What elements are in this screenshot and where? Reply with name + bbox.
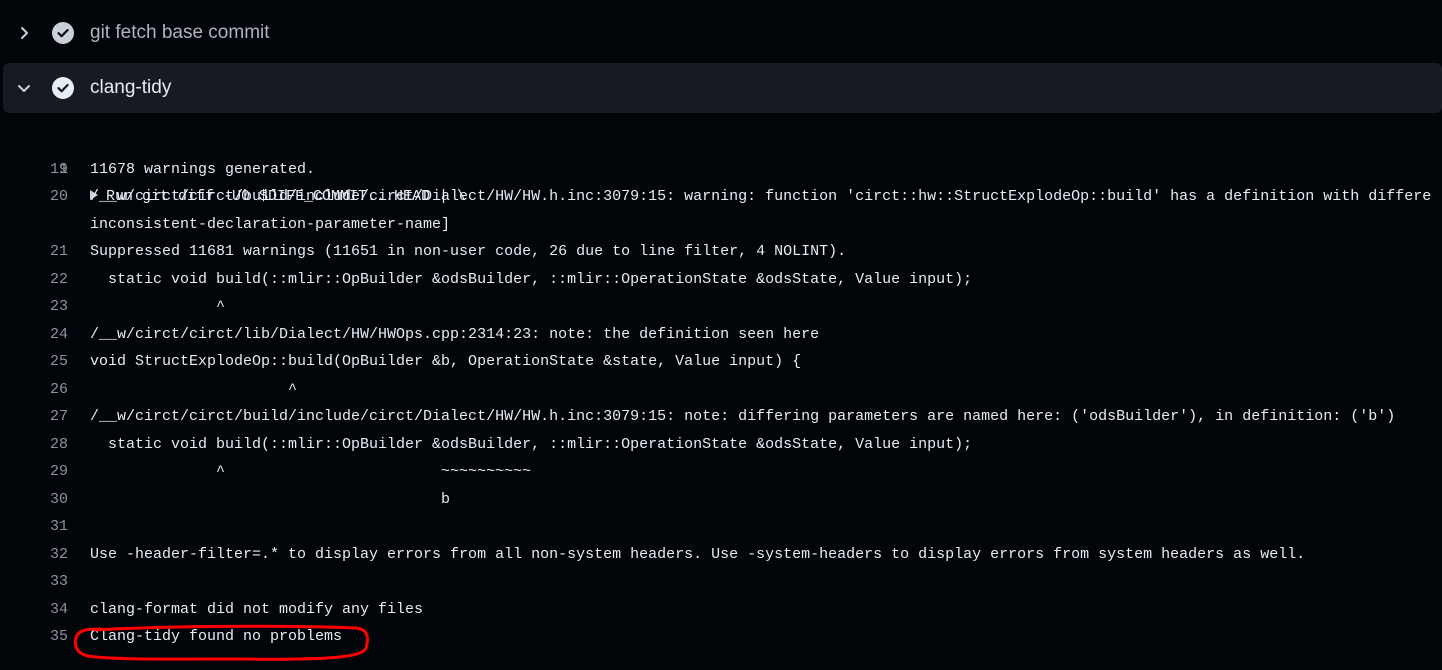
log-line: 21 Suppressed 11681 warnings (11651 in no…	[0, 238, 1442, 266]
log-line: 31	[0, 513, 1442, 541]
log-line: 28 static void build(::mlir::OpBuilder &…	[0, 431, 1442, 459]
log-output: 1 Run git diff -U0 $DIFF_COMMIT...HEAD |…	[0, 128, 1442, 651]
log-text: /__w/circt/circt/build/include/circt/Dia…	[90, 408, 1396, 425]
line-number[interactable]: 29	[0, 458, 68, 486]
line-number[interactable]: 33	[0, 568, 68, 596]
log-text: /__w/circt/circt/build/include/circt/Dia…	[90, 188, 1432, 205]
log-line: 32 Use -header-filter=.* to display error…	[0, 541, 1442, 569]
log-text: b	[90, 490, 451, 508]
log-text: ^	[90, 298, 226, 315]
line-number[interactable]: 32	[0, 541, 68, 569]
log-line: 25 void StructExplodeOp::build(OpBuilder …	[0, 348, 1442, 376]
line-number[interactable]: 25	[0, 348, 68, 376]
log-line: 23 ^	[0, 293, 1442, 321]
log-line: 22 static void build(::mlir::OpBuilder &…	[0, 266, 1442, 294]
line-number[interactable]: 30	[0, 486, 68, 514]
log-text: clang-format did not modify any files	[90, 600, 424, 618]
check-circle-icon	[51, 76, 75, 100]
log-line: 19 11678 warnings generated.	[0, 156, 1442, 184]
line-number[interactable]: 19	[0, 156, 68, 184]
line-number[interactable]: 21	[0, 238, 68, 266]
line-number[interactable]: 24	[0, 321, 68, 349]
log-text-wrapped: inconsistent-declaration-parameter-name]	[90, 215, 451, 233]
log-line: 20 /__w/circt/circt/build/include/circt/D…	[0, 183, 1442, 238]
line-number[interactable]: 34	[0, 596, 68, 624]
line-number[interactable]: 23	[0, 293, 68, 321]
log-lines: 19 11678 warnings generated. 20 /__w/circt/…	[0, 156, 1442, 651]
line-number[interactable]: 28	[0, 431, 68, 459]
log-text: Clang-tidy found no problems	[90, 628, 343, 645]
log-text: /__w/circt/circt/lib/Dialect/HW/HWOps.cp…	[90, 325, 820, 343]
check-circle-icon	[51, 21, 75, 45]
log-line: 33	[0, 568, 1442, 596]
log-group-line[interactable]: 1 Run git diff -U0 $DIFF_COMMIT...HEAD |…	[0, 128, 1442, 206]
log-text: Suppressed 11681 warnings (11651 in non-…	[90, 243, 847, 260]
log-text: ^	[90, 380, 298, 398]
line-number[interactable]: 26	[0, 376, 68, 404]
step-clang-tidy[interactable]: clang-tidy	[3, 63, 1442, 113]
log-line: 29 ^ ~~~~~~~~~~	[0, 458, 1442, 486]
line-number[interactable]: 20	[0, 183, 68, 211]
log-line: 27 /__w/circt/circt/build/include/circt/D…	[0, 403, 1442, 431]
line-number[interactable]: 27	[0, 403, 68, 431]
step-title: git fetch base commit	[90, 22, 270, 43]
log-line: 34 clang-format did not modify any files	[0, 596, 1442, 624]
chevron-right-icon[interactable]	[16, 25, 32, 41]
log-text: 11678 warnings generated.	[90, 160, 316, 178]
step-git-fetch-base-commit[interactable]: git fetch base commit	[0, 6, 1442, 60]
log-text: static void build(::mlir::OpBuilder &ods…	[90, 435, 973, 453]
log-line: 35 Clang-tidy found no problems	[0, 623, 1442, 651]
chevron-down-icon[interactable]	[16, 80, 32, 96]
line-number[interactable]: 31	[0, 513, 68, 541]
step-title: clang-tidy	[90, 77, 172, 98]
log-line: 26 ^	[0, 376, 1442, 404]
log-line: 30 b	[0, 486, 1442, 514]
log-text: ^ ~~~~~~~~~~	[90, 463, 532, 480]
line-number[interactable]: 22	[0, 266, 68, 294]
log-text: void StructExplodeOp::build(OpBuilder &b…	[90, 353, 802, 370]
line-number[interactable]: 35	[0, 623, 68, 651]
log-text: Use -header-filter=.* to display errors …	[90, 545, 1306, 563]
log-line: 24 /__w/circt/circt/lib/Dialect/HW/HWOps.…	[0, 321, 1442, 349]
log-text: static void build(::mlir::OpBuilder &ods…	[90, 270, 973, 288]
